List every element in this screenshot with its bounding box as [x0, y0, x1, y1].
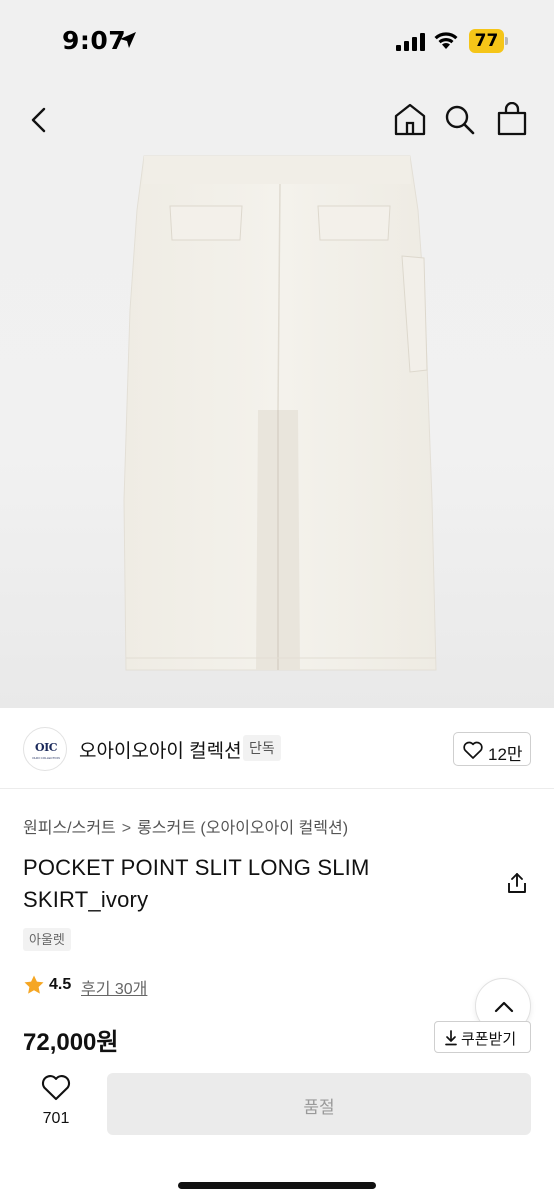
chevron-up-icon — [494, 1001, 514, 1013]
star-icon — [24, 975, 44, 994]
breadcrumb-item-subcategory[interactable]: 롱스커트 (오아이오아이 컬렉션) — [137, 814, 348, 838]
sold-out-label: 품절 — [303, 1098, 335, 1117]
breadcrumb-separator: > — [121, 820, 132, 837]
review-link[interactable]: 후기 30개 — [81, 975, 147, 999]
home-indicator — [178, 1182, 376, 1189]
brand-row: OIC OHIO COLLECTION 오아이오아이 컬렉션 단독 12만 — [0, 708, 554, 788]
product-image[interactable] — [0, 80, 554, 708]
skirt-illustration — [123, 155, 437, 671]
price: 72,000원 — [23, 1029, 119, 1056]
rating-value: 4.5 — [49, 976, 72, 993]
cellular-signal-icon — [396, 33, 425, 51]
back-icon[interactable] — [26, 106, 54, 134]
status-time: 9:07 — [62, 26, 127, 55]
wishlist-button[interactable]: 701 — [30, 1074, 82, 1134]
coupon-label: 쿠폰받기 — [461, 1031, 517, 1048]
brand-name[interactable]: 오아이오아이 컬렉션 — [79, 736, 242, 763]
status-bar: 9:07 77 — [0, 0, 554, 80]
home-icon[interactable] — [392, 102, 428, 136]
share-icon[interactable] — [505, 871, 529, 895]
product-title: POCKET POINT SLIT LONG SLIM SKIRT_ivory — [23, 855, 370, 912]
exclusive-badge: 단독 — [243, 735, 281, 761]
outlet-tag: 아울렛 — [23, 928, 71, 951]
shopping-bag-icon[interactable] — [496, 102, 528, 136]
heart-icon — [463, 741, 483, 759]
wishlist-count: 701 — [42, 1110, 70, 1127]
brand-logo-subtext: OHIO COLLECTION — [32, 756, 60, 760]
brand-like-count: 12만 — [488, 745, 523, 764]
heart-icon — [41, 1075, 71, 1101]
bottom-action-bar: 701 품절 — [0, 1058, 554, 1200]
battery-indicator: 77 — [469, 29, 509, 53]
brand-like-button[interactable]: 12만 — [453, 732, 531, 766]
coupon-button[interactable]: 쿠폰받기 — [434, 1021, 531, 1053]
sold-out-button[interactable]: 품절 — [107, 1073, 531, 1135]
battery-level: 77 — [474, 31, 499, 51]
wifi-icon — [434, 32, 458, 49]
location-arrow-icon — [120, 32, 136, 48]
download-icon — [445, 1030, 457, 1046]
breadcrumb: 원피스/스커트 > 롱스커트 (오아이오아이 컬렉션) — [23, 814, 348, 838]
breadcrumb-item-category[interactable]: 원피스/스커트 — [23, 814, 116, 838]
brand-logo[interactable]: OIC OHIO COLLECTION — [23, 727, 67, 771]
search-icon[interactable] — [444, 104, 476, 136]
brand-logo-text: OIC — [35, 741, 57, 754]
divider — [0, 788, 554, 789]
